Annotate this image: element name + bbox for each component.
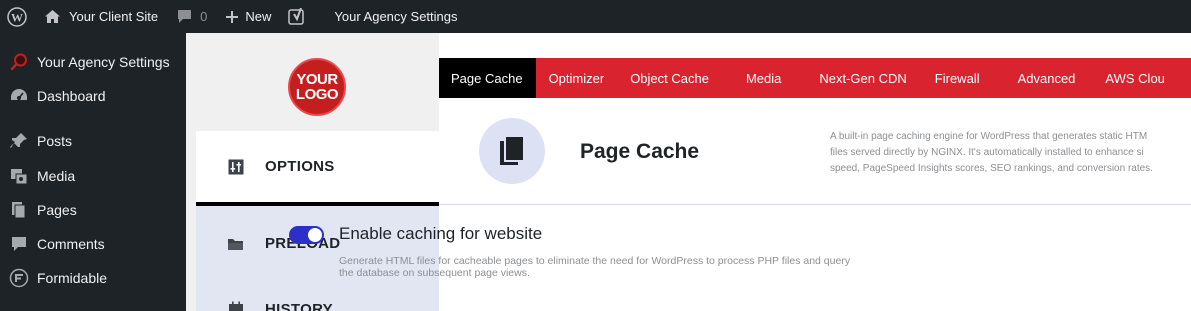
nav-label: Media <box>745 70 782 86</box>
site-name-menu[interactable]: Your Client Site <box>35 0 167 33</box>
description-line: files served directly by NGINX. It's aut… <box>830 147 1144 158</box>
nav-label: Optimizer <box>548 70 605 86</box>
yoast-menu[interactable] <box>280 0 314 33</box>
section-description: A built-in page caching engine for WordP… <box>830 129 1191 177</box>
wordpress-logo-menu[interactable]: W <box>0 0 35 33</box>
top-nav: Page Cache Optimizer Object Cache Media … <box>439 58 1191 98</box>
nav-media[interactable]: Media <box>722 58 805 98</box>
yoast-icon <box>288 7 305 25</box>
nav-label: Firewall <box>934 70 980 86</box>
description-line: speed, PageSpeed Insights scores, SEO ra… <box>830 163 1153 174</box>
admin-bar: W Your Client Site 0 New Your Agency Set… <box>0 0 1191 33</box>
option-title: Enable caching for website <box>339 224 543 243</box>
new-label: New <box>245 9 272 24</box>
nav-firewall[interactable]: Firewall <box>921 58 994 98</box>
nav-label: Object Cache <box>630 70 709 86</box>
media-icon <box>0 167 36 185</box>
sidebar-item-label: Media <box>37 168 76 184</box>
formidable-icon <box>0 268 36 288</box>
folder-icon <box>196 237 265 251</box>
sidebar-item-media[interactable]: Media <box>0 161 186 191</box>
nav-label: AWS Clou <box>1105 70 1165 86</box>
sidebar-item-label: Formidable <box>37 270 108 286</box>
site-name-label: Your Client Site <box>69 9 159 24</box>
sidebar-item-label: Posts <box>37 133 73 149</box>
option-description-line: the database on subsequent page views. <box>339 267 530 279</box>
side-tabs: OPTIONS PRELOAD HISTORY <box>196 131 439 311</box>
nav-label: Next-Gen CDN <box>819 70 907 86</box>
wordpress-icon: W <box>7 6 27 27</box>
comment-icon <box>0 235 36 253</box>
sidebar-item-posts[interactable]: Posts <box>0 126 186 156</box>
calendar-icon <box>196 301 265 311</box>
sidebar-item-formidable[interactable]: Formidable <box>0 263 186 293</box>
nav-label: Advanced <box>1017 70 1076 86</box>
comments-count: 0 <box>200 9 208 24</box>
tab-history[interactable]: HISTORY <box>196 281 439 311</box>
toggle-knob <box>308 228 322 242</box>
sidebar-item-agency-settings[interactable]: Your Agency Settings <box>0 47 186 77</box>
nav-optimizer[interactable]: Optimizer <box>536 58 618 98</box>
pin-icon <box>0 132 36 150</box>
comments-menu[interactable]: 0 <box>167 0 216 33</box>
plus-icon <box>226 10 239 23</box>
pages-icon <box>0 201 36 219</box>
tab-options-label: OPTIONS <box>265 158 335 175</box>
nav-aws-cloud[interactable]: AWS Clou <box>1093 58 1176 98</box>
agency-settings-menu[interactable]: Your Agency Settings <box>325 0 466 33</box>
page-cache-icon <box>479 118 545 184</box>
nav-next-gen-cdn[interactable]: Next-Gen CDN <box>805 58 920 98</box>
sidebar-item-comments[interactable]: Comments <box>0 229 186 259</box>
home-icon <box>45 10 60 23</box>
sidebar-item-label: Comments <box>37 236 105 252</box>
agency-search-icon <box>0 52 36 72</box>
agency-logo: YOUR LOGO <box>288 58 346 116</box>
description-line: A built-in page caching engine for WordP… <box>830 131 1148 142</box>
svg-text:W: W <box>11 10 23 24</box>
section-header: Page Cache A built-in page caching engin… <box>439 98 1191 205</box>
agency-settings-label: Your Agency Settings <box>334 9 458 24</box>
options-icon <box>196 159 265 175</box>
dashboard-icon <box>0 87 36 105</box>
option-description-line: Generate HTML files for cacheable pages … <box>339 255 851 267</box>
option-description: Generate HTML files for cacheable pages … <box>339 255 939 279</box>
sidebar-item-dashboard[interactable]: Dashboard <box>0 81 186 111</box>
sidebar-item-label: Dashboard <box>37 88 106 104</box>
nav-advanced[interactable]: Advanced <box>994 58 1094 98</box>
logo-line2: LOGO <box>295 86 339 103</box>
sidebar-item-label: Pages <box>37 202 77 218</box>
sidebar-item-label: Your Agency Settings <box>37 54 170 70</box>
tab-options[interactable]: OPTIONS <box>196 131 439 206</box>
section-title: Page Cache <box>580 140 700 163</box>
comment-bubble-icon <box>178 10 192 23</box>
nav-label: Page Cache <box>451 70 523 86</box>
tab-history-label: HISTORY <box>265 301 333 311</box>
new-content-menu[interactable]: New <box>216 0 280 33</box>
nav-object-cache[interactable]: Object Cache <box>617 58 722 98</box>
logo-area: YOUR LOGO <box>196 33 439 131</box>
logo-line1: YOUR <box>296 71 338 88</box>
admin-sidebar: Your Agency Settings Dashboard Posts Med… <box>0 33 186 311</box>
sidebar-item-pages[interactable]: Pages <box>0 195 186 225</box>
nav-page-cache[interactable]: Page Cache <box>439 58 536 98</box>
enable-caching-toggle[interactable] <box>289 226 324 244</box>
